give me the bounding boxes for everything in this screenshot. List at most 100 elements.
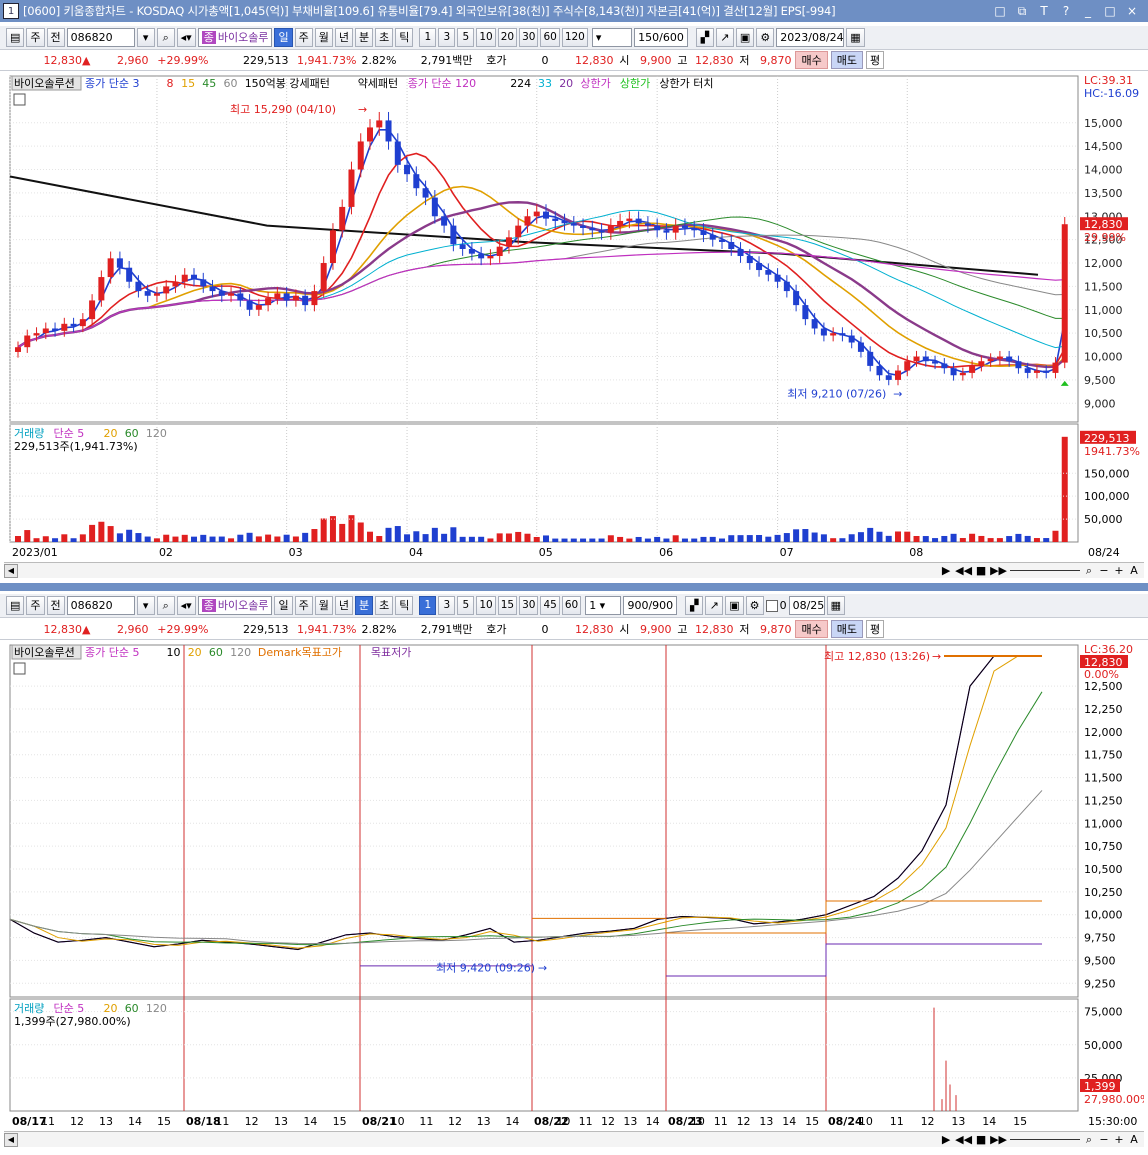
top-code-input[interactable]: 086820 — [66, 28, 135, 47]
bottom-buy-button[interactable]: 매수 — [795, 620, 828, 638]
close-icon[interactable]: × — [1124, 3, 1140, 19]
top-font-icon[interactable]: A — [1128, 564, 1140, 577]
help-icon[interactable]: ? — [1058, 3, 1074, 19]
maximize-icon[interactable]: □ — [1102, 3, 1118, 19]
bottom-interval-3-button[interactable]: 10 — [476, 596, 496, 615]
bottom-zoom-slider[interactable] — [1010, 1139, 1080, 1140]
top-minus-icon[interactable]: − — [1098, 564, 1110, 577]
minimize-icon[interactable]: _ — [1080, 3, 1096, 19]
top-stock-name[interactable]: 종 바이오솔루 — [197, 28, 273, 47]
bottom-stock-name[interactable]: 종 바이오솔루 — [197, 596, 273, 615]
bottom-timeframe-1-button[interactable]: 주 — [294, 596, 313, 615]
bottom-scroll-right-icon[interactable]: ▶ — [940, 1133, 952, 1146]
bottom-stop-icon[interactable]: ■ — [975, 1133, 987, 1146]
top-interval-1-button[interactable]: 3 — [438, 28, 456, 47]
top-interval-2-button[interactable]: 5 — [457, 28, 475, 47]
top-timeframe-2-button[interactable]: 월 — [314, 28, 333, 47]
bottom-save-icon[interactable]: ▣ — [725, 596, 744, 615]
bottom-code-dropdown-icon[interactable]: ▾ — [136, 596, 155, 615]
bottom-timeframe-4-button[interactable]: 분 — [354, 596, 374, 615]
bottom-timeframe-6-button[interactable]: 틱 — [395, 596, 414, 615]
top-sound-icon[interactable]: ◂▾ — [176, 28, 196, 47]
bottom-timeframe-0-button[interactable]: 일 — [274, 596, 293, 615]
top-timeframe-5-button[interactable]: 초 — [375, 28, 394, 47]
pin-icon[interactable]: T — [1036, 3, 1052, 19]
bottom-interval-0-button[interactable]: 1 — [419, 596, 437, 615]
bottom-sell-button[interactable]: 매도 — [830, 620, 863, 638]
top-timeframe-3-button[interactable]: 년 — [334, 28, 353, 47]
bottom-interval-6-button[interactable]: 45 — [540, 596, 560, 615]
bottom-forward-icon[interactable]: ▶▶ — [990, 1133, 1007, 1146]
panel-divider[interactable] — [0, 583, 1148, 591]
bottom-count-input[interactable]: 900/900 — [623, 596, 678, 615]
bottom-minute-chart[interactable]: 9,250 9,500 9,750 10,000 10,250 10,500 10,750 1… — [4, 641, 1144, 1131]
top-scroll-left-icon[interactable]: ◀ — [4, 563, 18, 578]
top-forward-icon[interactable]: ▶▶ — [990, 564, 1007, 577]
bottom-rewind-icon[interactable]: ◀◀ — [955, 1133, 972, 1146]
top-rewind-icon[interactable]: ◀◀ — [955, 564, 972, 577]
bottom-interval-7-button[interactable]: 60 — [561, 596, 582, 615]
top-interval-3-button[interactable]: 10 — [476, 28, 496, 47]
restore-icon[interactable]: □ — [992, 3, 1008, 19]
cascade-icon[interactable]: ⧉ — [1014, 3, 1030, 19]
top-interval-7-button[interactable]: 120 — [561, 28, 588, 47]
top-code-dropdown-icon[interactable]: ▾ — [136, 28, 155, 47]
bottom-scrollbar[interactable]: ◀ ▶ ◀◀ ■ ▶▶ ⌕ − + A — [4, 1131, 1144, 1147]
bottom-interval-4-button[interactable]: 15 — [497, 596, 518, 615]
bottom-interval-2-button[interactable]: 5 — [457, 596, 475, 615]
top-timeframe-4-button[interactable]: 분 — [354, 28, 374, 47]
top-period-all-button[interactable]: 전 — [46, 28, 65, 47]
top-timeframe-6-button[interactable]: 틱 — [395, 28, 414, 47]
top-ping-button[interactable]: 평 — [865, 51, 885, 69]
top-interval-6-button[interactable]: 60 — [540, 28, 560, 47]
top-scrollbar[interactable]: ◀ ▶ ◀◀ ■ ▶▶ ⌕ − + A — [4, 562, 1144, 578]
bottom-minus-icon[interactable]: − — [1098, 1133, 1110, 1146]
bottom-timeframe-3-button[interactable]: 년 — [334, 596, 353, 615]
top-sell-button[interactable]: 매도 — [830, 51, 863, 69]
bottom-date-checkbox[interactable] — [765, 599, 778, 612]
bottom-zoom-in-icon[interactable]: ⌕ — [1083, 1133, 1095, 1147]
top-count-input[interactable]: 150/600 — [633, 28, 688, 47]
bottom-calendar-icon[interactable]: ▦ — [826, 596, 845, 615]
top-interval-0-button[interactable]: 1 — [419, 28, 437, 47]
top-buy-button[interactable]: 매수 — [795, 51, 828, 69]
top-scroll-right-icon[interactable]: ▶ — [940, 564, 952, 577]
bottom-interval-select[interactable]: 1 ▾ — [585, 596, 622, 615]
bottom-scroll-left-icon[interactable]: ◀ — [4, 1132, 18, 1147]
top-period-week-button[interactable]: 주 — [26, 28, 45, 47]
bottom-interval-5-button[interactable]: 30 — [519, 596, 539, 615]
top-settings-icon[interactable]: ⚙ — [756, 28, 775, 47]
bottom-draw-icon[interactable]: ↗ — [705, 596, 724, 615]
bottom-date-input[interactable]: 08/25 — [788, 596, 825, 615]
bottom-timeframe-5-button[interactable]: 초 — [375, 596, 394, 615]
bottom-ping-button[interactable]: 평 — [865, 620, 885, 638]
top-interval-select[interactable]: ▾ — [591, 28, 632, 47]
bottom-settings-icon[interactable]: ⚙ — [745, 596, 764, 615]
bottom-sound-icon[interactable]: ◂▾ — [176, 596, 196, 615]
top-timeframe-0-button[interactable]: 일 — [274, 28, 293, 47]
top-interval-5-button[interactable]: 30 — [519, 28, 539, 47]
bottom-plus-icon[interactable]: + — [1113, 1133, 1125, 1146]
bottom-timeframe-2-button[interactable]: 월 — [314, 596, 333, 615]
top-stop-icon[interactable]: ■ — [975, 564, 987, 577]
top-calendar-icon[interactable]: ▦ — [846, 28, 865, 47]
top-date-input[interactable]: 2023/08/24 — [776, 28, 845, 47]
top-save-icon[interactable]: ▣ — [735, 28, 755, 47]
bottom-interval-1-button[interactable]: 3 — [438, 596, 456, 615]
bottom-search-icon[interactable]: ⌕ — [156, 596, 175, 615]
top-plus-icon[interactable]: + — [1113, 564, 1125, 577]
top-draw-icon[interactable]: ↗ — [715, 28, 734, 47]
top-search-icon[interactable]: ⌕ — [156, 28, 175, 47]
top-zoom-slider[interactable] — [1010, 570, 1080, 571]
top-daily-chart[interactable]: 9,000 9,500 10,000 10,500 11,000 11,500 12,000… — [4, 72, 1144, 562]
bottom-font-icon[interactable]: A — [1128, 1133, 1140, 1146]
bottom-code-input[interactable]: 086820 — [66, 596, 135, 615]
bottom-tool-icon[interactable]: ▞ — [685, 596, 704, 615]
top-zoom-in-icon[interactable]: ⌕ — [1083, 564, 1095, 578]
top-layout-icon[interactable]: ▤ — [6, 28, 25, 47]
bottom-period-week-button[interactable]: 주 — [26, 596, 45, 615]
top-tool-icon[interactable]: ▞ — [695, 28, 714, 47]
top-timeframe-1-button[interactable]: 주 — [294, 28, 313, 47]
bottom-layout-icon[interactable]: ▤ — [6, 596, 25, 615]
top-interval-4-button[interactable]: 20 — [497, 28, 518, 47]
